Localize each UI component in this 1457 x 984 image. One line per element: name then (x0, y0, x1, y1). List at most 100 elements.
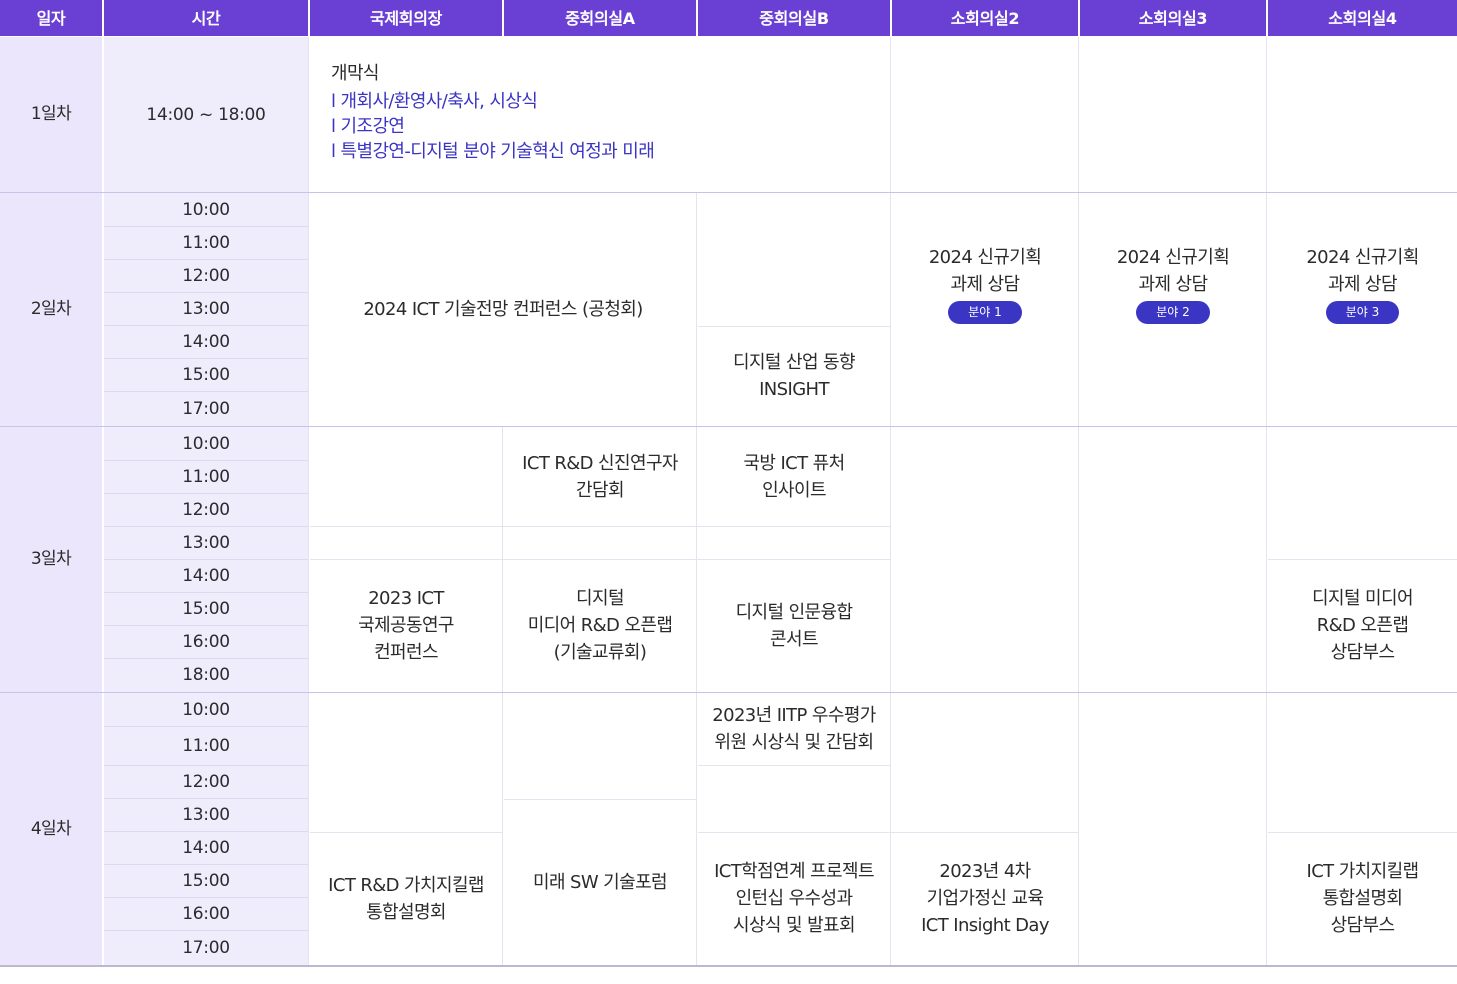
session-digital-media-booth: 디지털 미디어 R&D 오픈랩 상담부스 (1268, 559, 1457, 692)
time-row-line (104, 625, 308, 626)
time-slot: 14:00 (182, 837, 230, 858)
session-line: ICT R&D 신진연구자 (522, 452, 678, 474)
time-slot: 10:00 (182, 199, 230, 220)
session-consult-field-1: 2024 신규기획 과제 상담 분야 1 (892, 193, 1078, 426)
header-room-b: 중회의실B (698, 0, 890, 36)
column-line (502, 427, 503, 965)
session-future-sw-forum: 미래 SW 기술포럼 (504, 799, 696, 965)
time-row-line (104, 592, 308, 593)
session-value-chain-briefing: ICT R&D 가치지킬랩 통합설명회 (310, 832, 502, 965)
time-row-line (104, 292, 308, 293)
day-4-label: 4일차 (0, 693, 102, 965)
header-room-a: 중회의실A (504, 0, 696, 36)
session-line: ICT 가치지킬랩 (1306, 861, 1420, 882)
session-line: 디지털 산업 동향 (733, 352, 856, 373)
session-intl-joint-research-conference: 2023 ICT 국제공동연구 컨퍼런스 (310, 559, 502, 692)
time-slot: 17:00 (182, 937, 230, 958)
time-row-line (104, 325, 308, 326)
time-slot: 16:00 (182, 631, 230, 652)
session-line: 국방 ICT 퓨처 (743, 452, 845, 474)
session-line: 컨퍼런스 (374, 642, 438, 663)
time-slot: 14:00 (182, 565, 230, 586)
session-line: 위원 시상식 및 간담회 (714, 732, 874, 753)
row-line (1268, 559, 1457, 560)
time-slot: 10:00 (182, 699, 230, 720)
header-small-room-3: 소회의실3 (1080, 0, 1266, 36)
session-iitp-award: 2023년 IITP 우수평가 위원 시상식 및 간담회 (698, 693, 890, 765)
time-slot: 15:00 (182, 598, 230, 619)
field-badge: 분야 3 (1325, 300, 1400, 324)
time-slot: 10:00 (182, 433, 230, 454)
session-line: 과제 상담 (1328, 273, 1398, 295)
session-line: R&D 오픈랩 (1316, 615, 1409, 636)
session-new-researcher-meeting: ICT R&D 신진연구자 간담회 (504, 427, 696, 526)
session-title: 미래 SW 기술포럼 (532, 871, 668, 893)
session-digital-humanities-concert: 디지털 인문융합 콘서트 (698, 559, 890, 692)
session-line: 2023 ICT (368, 588, 444, 609)
session-digital-industry-insight: 디지털 산업 동향 INSIGHT (698, 326, 890, 426)
time-slot: 11:00 (182, 735, 230, 756)
session-entrepreneurship-education: 2023년 4차 기업가정신 교육 ICT Insight Day (892, 832, 1078, 965)
time-slot: 11:00 (182, 232, 230, 253)
session-line: ICT학점연계 프로젝트 (714, 861, 874, 882)
session-line: 디지털 (576, 588, 624, 609)
session-line: 상담부스 (1330, 915, 1395, 936)
opening-ceremony: 개막식 l 개회사/환영사/축사, 시상식 l 기조강연 l 특별강연-디지털 … (310, 37, 890, 192)
time-row-line (104, 765, 308, 766)
session-line: (기술교류회) (553, 642, 647, 663)
session-line: 디지털 미디어 (1312, 588, 1413, 609)
column-line (890, 37, 891, 965)
time-row-line (104, 493, 308, 494)
session-line: 인턴십 우수성과 (735, 888, 853, 909)
header-small-room-2: 소회의실2 (892, 0, 1078, 36)
time-row-line (104, 897, 308, 898)
time-slot: 12:00 (182, 265, 230, 286)
header-intl-hall: 국제회의장 (310, 0, 502, 36)
session-ict-forecast-conference: 2024 ICT 기술전망 컨퍼런스 (공청회) (310, 193, 696, 426)
session-line: 기업가정신 교육 (926, 888, 1044, 909)
time-slot: 16:00 (182, 903, 230, 924)
time-row-line (104, 864, 308, 865)
column-line (1078, 37, 1079, 965)
session-line: 통합설명회 (1322, 888, 1403, 909)
row-line (1268, 832, 1457, 833)
time-row-line (104, 658, 308, 659)
row-line (310, 526, 890, 527)
time-row-line (104, 559, 308, 560)
day-1-label: 1일차 (0, 37, 102, 192)
session-line: 2024 신규기획 (1306, 246, 1419, 268)
day-separator (0, 426, 1457, 427)
header-day: 일자 (0, 0, 102, 36)
time-slot: 12:00 (182, 499, 230, 520)
session-line: 간담회 (576, 479, 624, 501)
session-line: 과제 상담 (950, 273, 1021, 295)
time-row-line (104, 831, 308, 832)
time-row-line (104, 930, 308, 931)
session-line: 디지털 인문융합 (735, 601, 853, 623)
column-line (1266, 37, 1267, 965)
time-slot: 13:00 (182, 298, 230, 319)
session-line: 2023년 4차 (939, 861, 1031, 882)
day-3-label: 3일차 (0, 427, 102, 692)
time-slot: 12:00 (182, 771, 230, 792)
session-line: 상담부스 (1330, 642, 1395, 663)
schedule-table: 일자 시간 국제회의장 중회의실A 중회의실B 소회의실2 소회의실3 소회의실… (0, 0, 1457, 984)
session-internship-award: ICT학점연계 프로젝트 인턴십 우수성과 시상식 및 발표회 (698, 832, 890, 965)
session-line: 국제공동연구 (358, 615, 454, 636)
day-separator (0, 192, 1457, 193)
field-badge: 분야 2 (1136, 300, 1210, 324)
session-line: 인사이트 (762, 479, 826, 501)
row-line (698, 765, 890, 766)
column-line (308, 37, 309, 965)
session-line: 2024 신규기획 (1116, 246, 1230, 268)
session-line: ICT Insight Day (921, 915, 1049, 936)
opening-title: 개막식 (331, 63, 379, 84)
opening-item: l 기조강연 (331, 116, 405, 137)
session-value-chain-booth: ICT 가치지킬랩 통합설명회 상담부스 (1268, 832, 1457, 965)
time-slot: 15:00 (182, 364, 230, 385)
session-digital-media-openlab: 디지털 미디어 R&D 오픈랩 (기술교류회) (504, 559, 696, 692)
row-line (310, 559, 890, 560)
time-slot: 17:00 (182, 398, 230, 419)
header-small-room-4: 소회의실4 (1268, 0, 1457, 36)
time-row-line (104, 358, 308, 359)
